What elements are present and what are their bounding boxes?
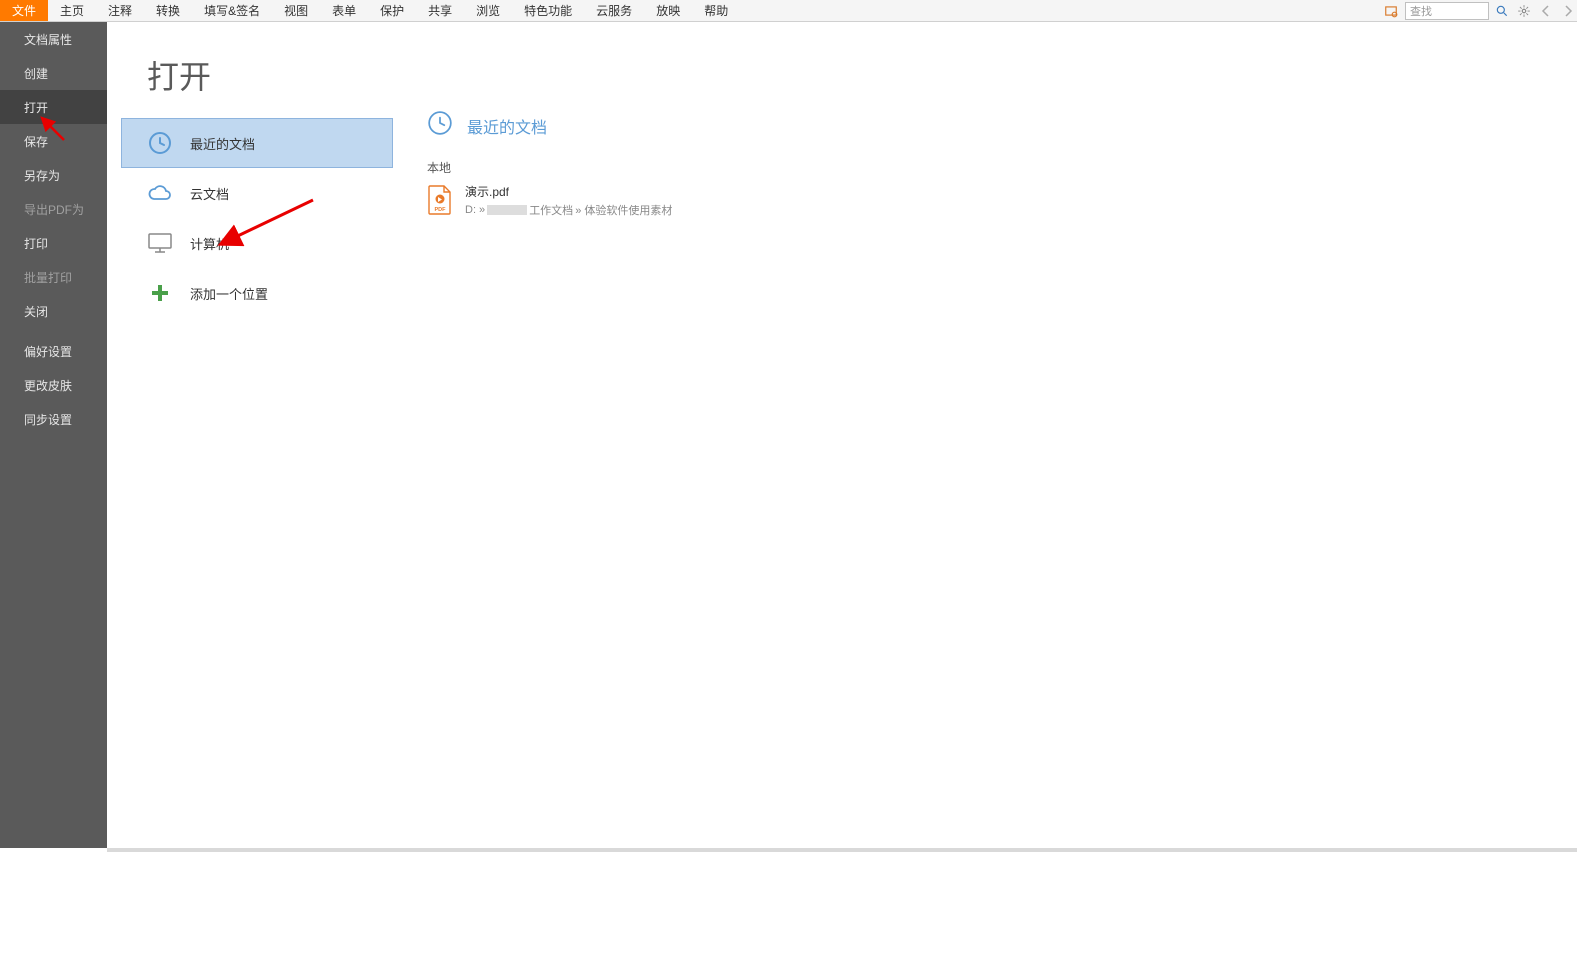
menubar: 文件 主页 注释 转换 填写&签名 视图 表单 保护 共享 浏览 特色功能 云服… — [0, 0, 1577, 22]
menu-view[interactable]: 视图 — [272, 0, 320, 21]
menu-browse[interactable]: 浏览 — [464, 0, 512, 21]
search-submit-icon[interactable] — [1493, 2, 1511, 20]
menu-help[interactable]: 帮助 — [692, 0, 740, 21]
menubar-right: 查找 — [1381, 0, 1577, 22]
menu-annotate[interactable]: 注释 — [96, 0, 144, 21]
location-cloud[interactable]: 云文档 — [121, 168, 393, 218]
section-local-label: 本地 — [427, 159, 1577, 176]
sidebar-item-preferences[interactable]: 偏好设置 — [0, 334, 107, 368]
bottom-divider — [107, 848, 1577, 852]
cloud-icon — [146, 182, 174, 204]
gear-icon[interactable] — [1515, 2, 1533, 20]
sidebar-item-save[interactable]: 保存 — [0, 124, 107, 158]
menu-form[interactable]: 表单 — [320, 0, 368, 21]
menu-protect[interactable]: 保护 — [368, 0, 416, 21]
menu-slideshow[interactable]: 放映 — [644, 0, 692, 21]
menu-home[interactable]: 主页 — [48, 0, 96, 21]
sidebar-item-close[interactable]: 关闭 — [0, 294, 107, 328]
nav-prev-icon[interactable] — [1537, 2, 1555, 20]
sidebar-item-open[interactable]: 打开 — [0, 90, 107, 124]
sidebar-item-saveas[interactable]: 另存为 — [0, 158, 107, 192]
sidebar-item-create[interactable]: 创建 — [0, 56, 107, 90]
recent-docs-title: 最近的文档 — [467, 114, 547, 138]
location-label: 计算机 — [190, 234, 229, 253]
menu-cloud[interactable]: 云服务 — [584, 0, 644, 21]
file-sidebar: 文档属性 创建 打开 保存 另存为 导出PDF为 打印 批量打印 关闭 偏好设置… — [0, 22, 107, 848]
find-text-icon[interactable] — [1381, 1, 1401, 21]
clock-icon — [427, 110, 453, 141]
search-input[interactable]: 查找 — [1405, 2, 1489, 20]
recent-docs-panel: 最近的文档 本地 PDF 演示.pdf D: » 工作文档 » 体验软件使用素材 — [407, 22, 1577, 848]
recent-doc-row[interactable]: PDF 演示.pdf D: » 工作文档 » 体验软件使用素材 — [427, 182, 1577, 218]
recent-doc-body: 演示.pdf D: » 工作文档 » 体验软件使用素材 — [465, 183, 672, 218]
menu-feature[interactable]: 特色功能 — [512, 0, 584, 21]
recent-doc-path: D: » 工作文档 » 体验软件使用素材 — [465, 202, 672, 218]
location-computer[interactable]: 计算机 — [121, 218, 393, 268]
sidebar-item-exportpdf[interactable]: 导出PDF为 — [0, 192, 107, 226]
path-redacted — [487, 205, 527, 215]
sidebar-item-print[interactable]: 打印 — [0, 226, 107, 260]
menu-share[interactable]: 共享 — [416, 0, 464, 21]
svg-text:PDF: PDF — [435, 207, 447, 213]
location-add[interactable]: 添加一个位置 — [121, 268, 393, 318]
menu-fillsign[interactable]: 填写&签名 — [192, 0, 272, 21]
recent-doc-name: 演示.pdf — [465, 183, 672, 200]
open-title: 打开 — [107, 22, 407, 118]
sidebar-item-sync[interactable]: 同步设置 — [0, 402, 107, 436]
sidebar-item-docprops[interactable]: 文档属性 — [0, 22, 107, 56]
nav-next-icon[interactable] — [1559, 2, 1577, 20]
pdf-file-icon: PDF — [427, 185, 453, 215]
sidebar-item-skin[interactable]: 更改皮肤 — [0, 368, 107, 402]
recent-docs-header: 最近的文档 — [427, 42, 1577, 141]
clock-icon — [146, 132, 174, 154]
computer-icon — [146, 232, 174, 254]
location-label: 最近的文档 — [190, 134, 255, 153]
plus-icon — [146, 282, 174, 304]
sidebar-item-batchprint[interactable]: 批量打印 — [0, 260, 107, 294]
location-label: 添加一个位置 — [190, 284, 268, 303]
location-label: 云文档 — [190, 184, 229, 203]
menu-file[interactable]: 文件 — [0, 0, 48, 21]
location-recent[interactable]: 最近的文档 — [121, 118, 393, 168]
menu-convert[interactable]: 转换 — [144, 0, 192, 21]
open-locations-panel: 打开 最近的文档 云文档 计算机 添加一个位置 — [107, 22, 407, 848]
